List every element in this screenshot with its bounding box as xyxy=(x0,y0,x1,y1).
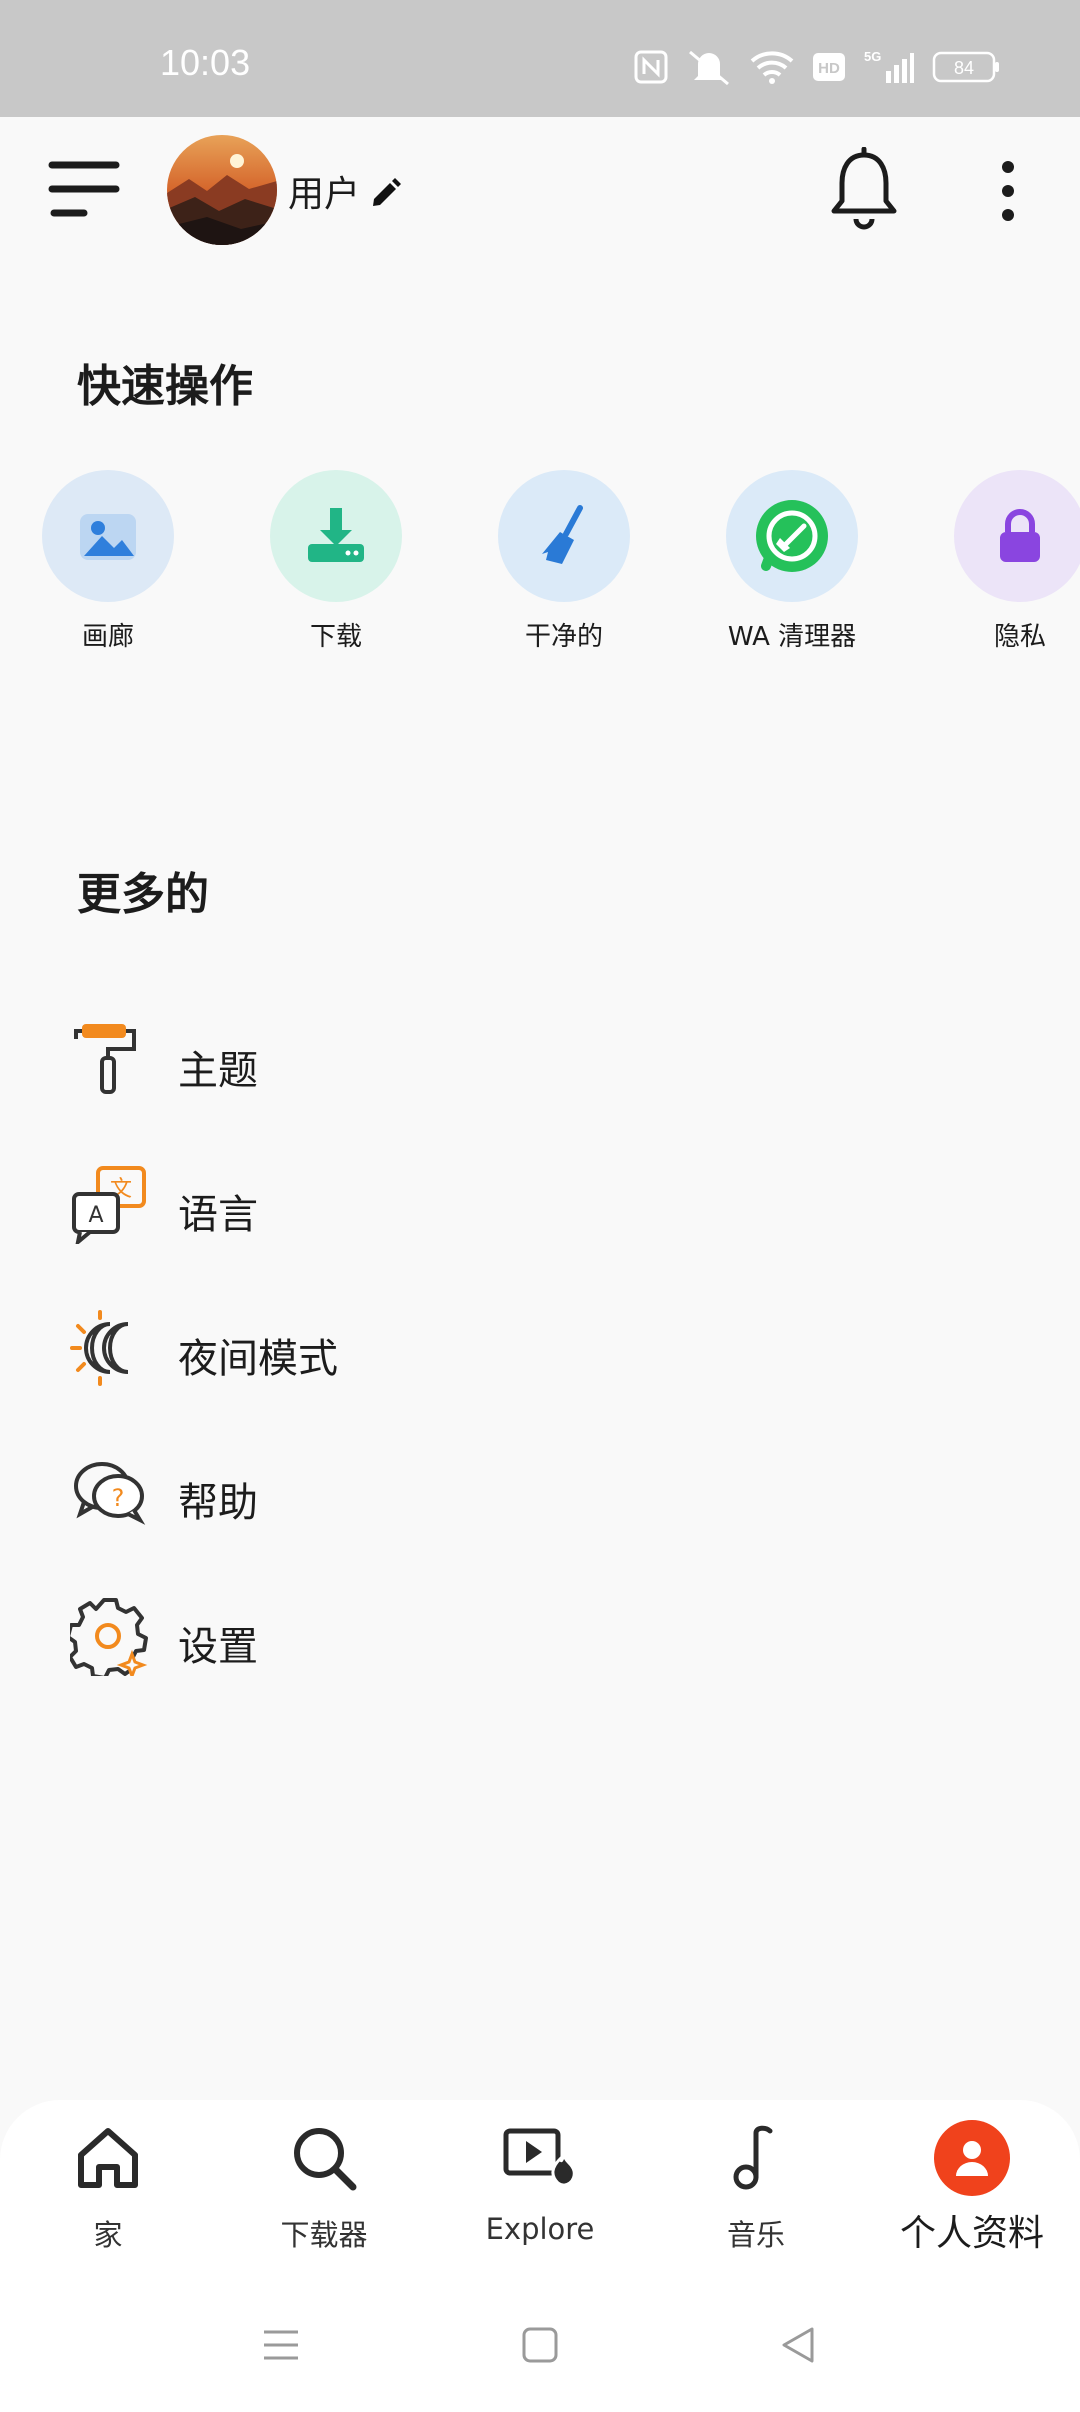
status-time: 10:03 xyxy=(160,42,251,83)
svg-text:5G: 5G xyxy=(864,49,881,64)
nfc-icon xyxy=(634,50,668,84)
profile-icon xyxy=(934,2120,1010,2196)
explore-video-icon xyxy=(503,2128,576,2187)
whatsapp-cleaner-icon xyxy=(756,500,828,572)
quick-action-label: 画廊 xyxy=(81,622,134,652)
nav-label: 下载器 xyxy=(280,2218,368,2252)
quick-action-label: 下载 xyxy=(309,622,362,652)
avatar[interactable] xyxy=(167,135,277,245)
download-icon xyxy=(308,508,364,562)
quick-action-label: 干净的 xyxy=(524,622,603,652)
menu-icon xyxy=(48,161,120,217)
username[interactable]: 用户 xyxy=(288,165,360,217)
nav-downloader[interactable]: 下载器 xyxy=(216,2120,432,2254)
help-icon: ? xyxy=(74,1462,146,1525)
notifications-button[interactable] xyxy=(828,146,900,231)
status-icons: HD 5G 84 xyxy=(634,48,1002,86)
settings-icon xyxy=(66,1598,148,1681)
more-options-button[interactable] xyxy=(990,157,1026,225)
gallery-icon xyxy=(80,514,136,560)
menu-item-help[interactable]: ? 帮助 xyxy=(0,1432,1080,1552)
menu-item-label: 帮助 xyxy=(178,1480,258,1526)
bottom-nav: 家 下载器 Explore 音乐 个人资料 xyxy=(0,2100,1080,2280)
quick-action-privacy[interactable]: 隐私 xyxy=(930,470,1080,653)
wifi-icon xyxy=(750,51,794,84)
menu-item-night-mode[interactable]: 夜间模式 xyxy=(0,1288,1080,1408)
night-mode-icon xyxy=(70,1310,129,1386)
square-home-icon xyxy=(522,2327,558,2363)
quick-action-label: WA 清理器 xyxy=(727,622,857,652)
search-icon xyxy=(294,2128,357,2191)
quick-actions-title: 快速操作 xyxy=(77,361,253,412)
nav-label: 家 xyxy=(93,2218,123,2252)
system-nav-bar xyxy=(0,2280,1080,2412)
menu-item-label: 语言 xyxy=(178,1192,258,1238)
quick-action-download[interactable]: 下载 xyxy=(246,470,426,653)
lock-icon xyxy=(1000,509,1040,562)
back-button[interactable] xyxy=(774,2320,824,2370)
recent-apps-icon xyxy=(264,2330,298,2360)
svg-text:?: ? xyxy=(112,1484,125,1512)
avatar-image xyxy=(167,135,277,245)
quick-action-clean[interactable]: 干净的 xyxy=(474,470,654,653)
menu-item-settings[interactable]: 设置 xyxy=(0,1576,1080,1696)
nav-label: 音乐 xyxy=(726,2218,785,2252)
edit-name-button[interactable] xyxy=(368,173,404,209)
home-system-button[interactable] xyxy=(515,2320,565,2370)
menu-item-language[interactable]: 文A 语言 xyxy=(0,1144,1080,1264)
home-icon xyxy=(78,2128,138,2188)
pencil-icon xyxy=(373,178,401,206)
svg-text:HD: HD xyxy=(818,60,840,77)
quick-action-wa-cleaner[interactable]: WA 清理器 xyxy=(702,470,882,653)
signal-5g-icon: 5G xyxy=(864,49,914,83)
menu-item-theme[interactable]: 主题 xyxy=(0,1000,1080,1120)
battery-icon: 84 xyxy=(932,51,999,83)
hd-icon: HD xyxy=(813,53,845,81)
nav-label: Explore xyxy=(485,2212,595,2246)
music-note-icon xyxy=(733,2125,773,2190)
broom-icon xyxy=(542,505,583,564)
quick-action-gallery[interactable]: 画廊 xyxy=(18,470,198,653)
status-bar: 10:03 HD 5G 84 xyxy=(0,0,1080,117)
battery-level: 84 xyxy=(954,58,974,78)
mute-icon xyxy=(689,50,729,86)
quick-actions-row: 画廊 下载 干净的 WA 清理器 隐私 xyxy=(0,470,1080,660)
nav-label: 个人资料 xyxy=(899,2213,1044,2254)
nav-home[interactable]: 家 xyxy=(0,2120,216,2254)
back-triangle-icon xyxy=(782,2327,814,2363)
top-bar: 用户 xyxy=(0,117,1080,267)
bell-icon xyxy=(831,146,897,230)
quick-action-label: 隐私 xyxy=(993,622,1046,652)
menu-item-label: 主题 xyxy=(178,1048,258,1094)
more-title: 更多的 xyxy=(77,869,209,920)
nav-music[interactable]: 音乐 xyxy=(648,2120,864,2254)
paint-roller-icon xyxy=(74,1024,136,1094)
translate-icon: 文A xyxy=(72,1166,146,1248)
nav-explore[interactable]: Explore xyxy=(432,2120,648,2246)
menu-item-label: 夜间模式 xyxy=(178,1336,338,1382)
menu-item-label: 设置 xyxy=(178,1624,258,1670)
more-vertical-icon xyxy=(1002,161,1014,221)
recent-apps-button[interactable] xyxy=(256,2320,306,2370)
menu-button[interactable] xyxy=(48,155,120,227)
nav-profile[interactable]: 个人资料 xyxy=(864,2120,1080,2256)
svg-text:A: A xyxy=(88,1203,103,1228)
